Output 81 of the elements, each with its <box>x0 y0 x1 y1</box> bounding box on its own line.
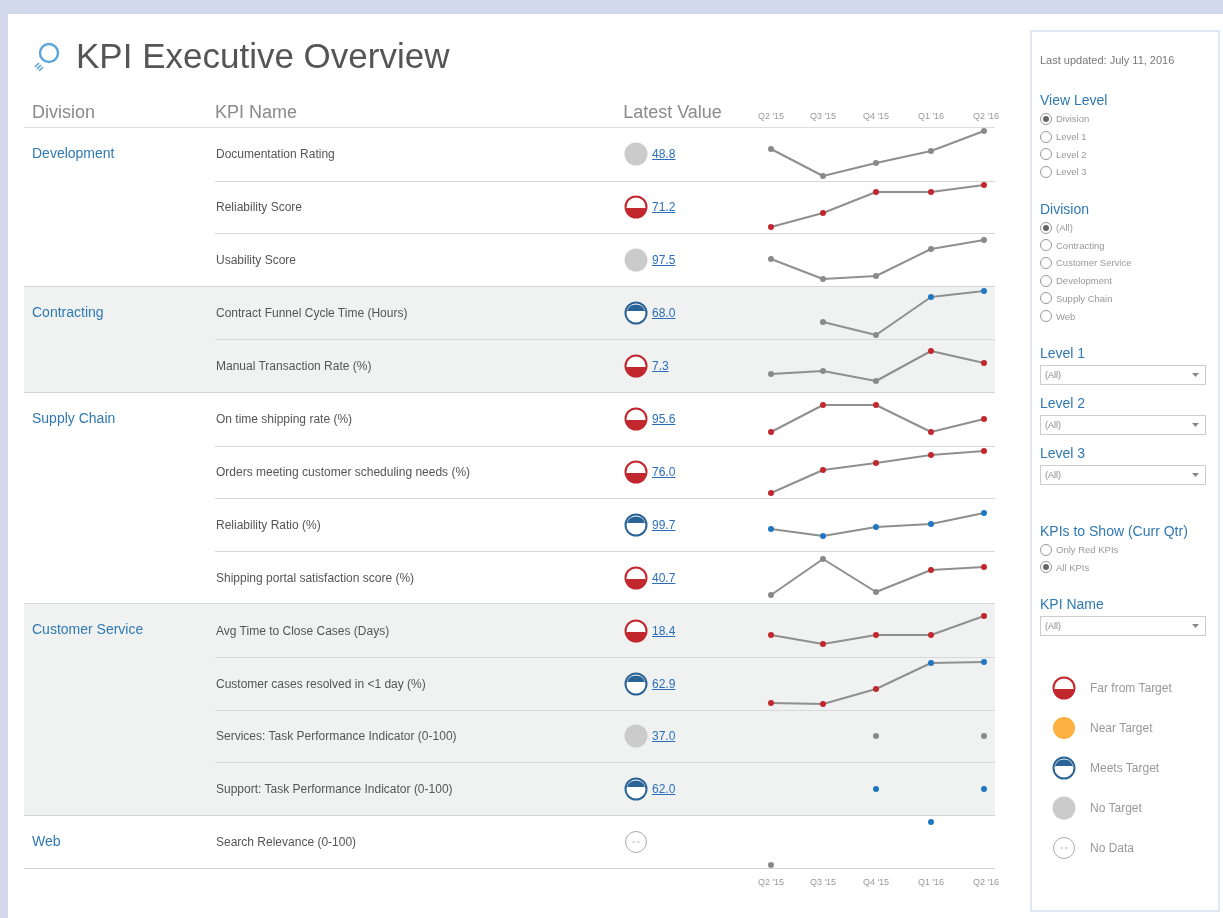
value-link[interactable]: 99.7 <box>652 517 676 532</box>
kpi-name: Search Relevance (0-100) <box>215 835 358 849</box>
filter-title: View Level <box>1040 92 1109 108</box>
kpi-name: Orders meeting customer scheduling needs (%) <box>215 465 472 480</box>
kpi-name: Services: Task Performance Indicator (0-100) <box>215 729 458 744</box>
dropdown[interactable]: (All) <box>1040 464 1206 485</box>
radio-option[interactable]: Development <box>1040 271 1218 290</box>
division-name: Development <box>32 145 115 161</box>
magnifier-logo-icon <box>32 40 62 72</box>
radio-option[interactable]: (All) <box>1040 218 1218 237</box>
trend-line <box>770 558 824 597</box>
dropdown[interactable]: (All) <box>1040 414 1206 435</box>
radio-option[interactable]: Web <box>1040 307 1218 325</box>
quarter-label: Q4 '15 <box>861 111 891 121</box>
radio-option[interactable]: Only Red KPIs <box>1040 540 1218 559</box>
value-link[interactable]: 95.6 <box>652 412 676 427</box>
value-link[interactable]: 48.8 <box>652 147 676 162</box>
column-header: Division <box>31 102 97 123</box>
quarter-label: Q2 '15 <box>756 877 786 888</box>
kpi-name: Avg Time to Close Cases (Days) <box>215 623 391 638</box>
kpi-name: Manual Transaction Rate (%) <box>215 359 373 374</box>
kpi-name: Usability Score <box>215 253 298 267</box>
filter-title: Level 3 <box>1040 444 1087 461</box>
radio-option[interactable]: Level 2 <box>1040 145 1218 164</box>
division-name: Contracting <box>32 303 104 320</box>
division-name: Customer Service <box>32 621 144 638</box>
dropdown[interactable]: (All) <box>1040 616 1206 637</box>
value-link[interactable]: 97.5 <box>652 253 676 267</box>
value-link[interactable]: 37.0 <box>652 729 676 744</box>
value-link[interactable]: 71.2 <box>652 200 676 215</box>
radio-option[interactable]: Level 3 <box>1040 163 1218 181</box>
value-link[interactable]: 62.0 <box>652 781 676 796</box>
kpi-name: Reliability Score <box>215 200 304 215</box>
filter-title: KPI Name <box>1040 596 1105 613</box>
dropdown-caret-icon <box>1192 422 1199 427</box>
quarter-label: Q3 '15 <box>808 877 838 888</box>
value-link[interactable]: 40.7 <box>652 570 676 585</box>
quarter-label: Q2 '16 <box>971 111 1001 121</box>
kpi-name: Customer cases resolved in <1 day (%) <box>215 676 427 691</box>
value-link[interactable]: 68.0 <box>652 306 676 321</box>
filter-title: Level 2 <box>1040 394 1087 411</box>
quarter-label: Q1 '16 <box>916 877 946 888</box>
kpi-name: Reliability Ratio (%) <box>215 517 322 532</box>
radio-option[interactable]: Division <box>1040 110 1218 128</box>
division-name: Web <box>32 832 61 849</box>
dropdown-caret-icon <box>1192 472 1199 477</box>
dashboard-title: KPI Executive Overview <box>76 36 450 76</box>
filter-title: KPIs to Show (Curr Qtr) <box>1040 522 1189 539</box>
value-link[interactable]: 18.4 <box>652 623 676 638</box>
kpi-name: Shipping portal satisfaction score (%) <box>215 570 416 585</box>
legend-label: Far from Target <box>1090 681 1172 696</box>
filter-title: Division <box>1040 200 1090 217</box>
quarter-label: Q1 '16 <box>916 111 946 121</box>
legend-label: No Target <box>1090 801 1142 816</box>
last-updated-text: Last updated: July 11, 2016 <box>1040 54 1176 66</box>
column-header: Latest Value <box>622 102 723 123</box>
radio-option[interactable]: Contracting <box>1040 236 1218 255</box>
radio-option[interactable]: Supply Chain <box>1040 289 1218 308</box>
radio-option[interactable]: Customer Service <box>1040 254 1218 272</box>
dropdown-caret-icon <box>1192 624 1199 629</box>
filter-title: Level 1 <box>1040 344 1087 361</box>
dropdown-caret-icon <box>1192 372 1199 377</box>
value-link[interactable]: 7.3 <box>652 359 669 374</box>
kpi-name: On time shipping rate (%) <box>215 412 354 427</box>
quarter-label: Q3 '15 <box>808 111 838 121</box>
legend-label: Near Target <box>1090 721 1153 736</box>
radio-option[interactable]: Level 1 <box>1040 127 1218 146</box>
quarter-label: Q4 '15 <box>861 877 891 888</box>
quarter-label: Q2 '16 <box>971 877 1001 888</box>
division-name: Supply Chain <box>32 409 116 426</box>
dropdown[interactable]: (All) <box>1040 364 1206 385</box>
value-link[interactable]: 76.0 <box>652 465 676 480</box>
kpi-name: Support: Task Performance Indicator (0-100) <box>215 781 454 796</box>
column-header: KPI Name <box>215 102 299 123</box>
kpi-name: Contract Funnel Cycle Time (Hours) <box>215 306 409 321</box>
legend-label: Meets Target <box>1090 761 1160 776</box>
kpi-name: Documentation Rating <box>215 147 336 162</box>
quarter-label: Q2 '15 <box>756 111 786 121</box>
value-link[interactable]: 62.9 <box>652 676 676 691</box>
legend-label: No Data <box>1090 841 1135 856</box>
radio-option[interactable]: All KPIs <box>1040 558 1218 577</box>
